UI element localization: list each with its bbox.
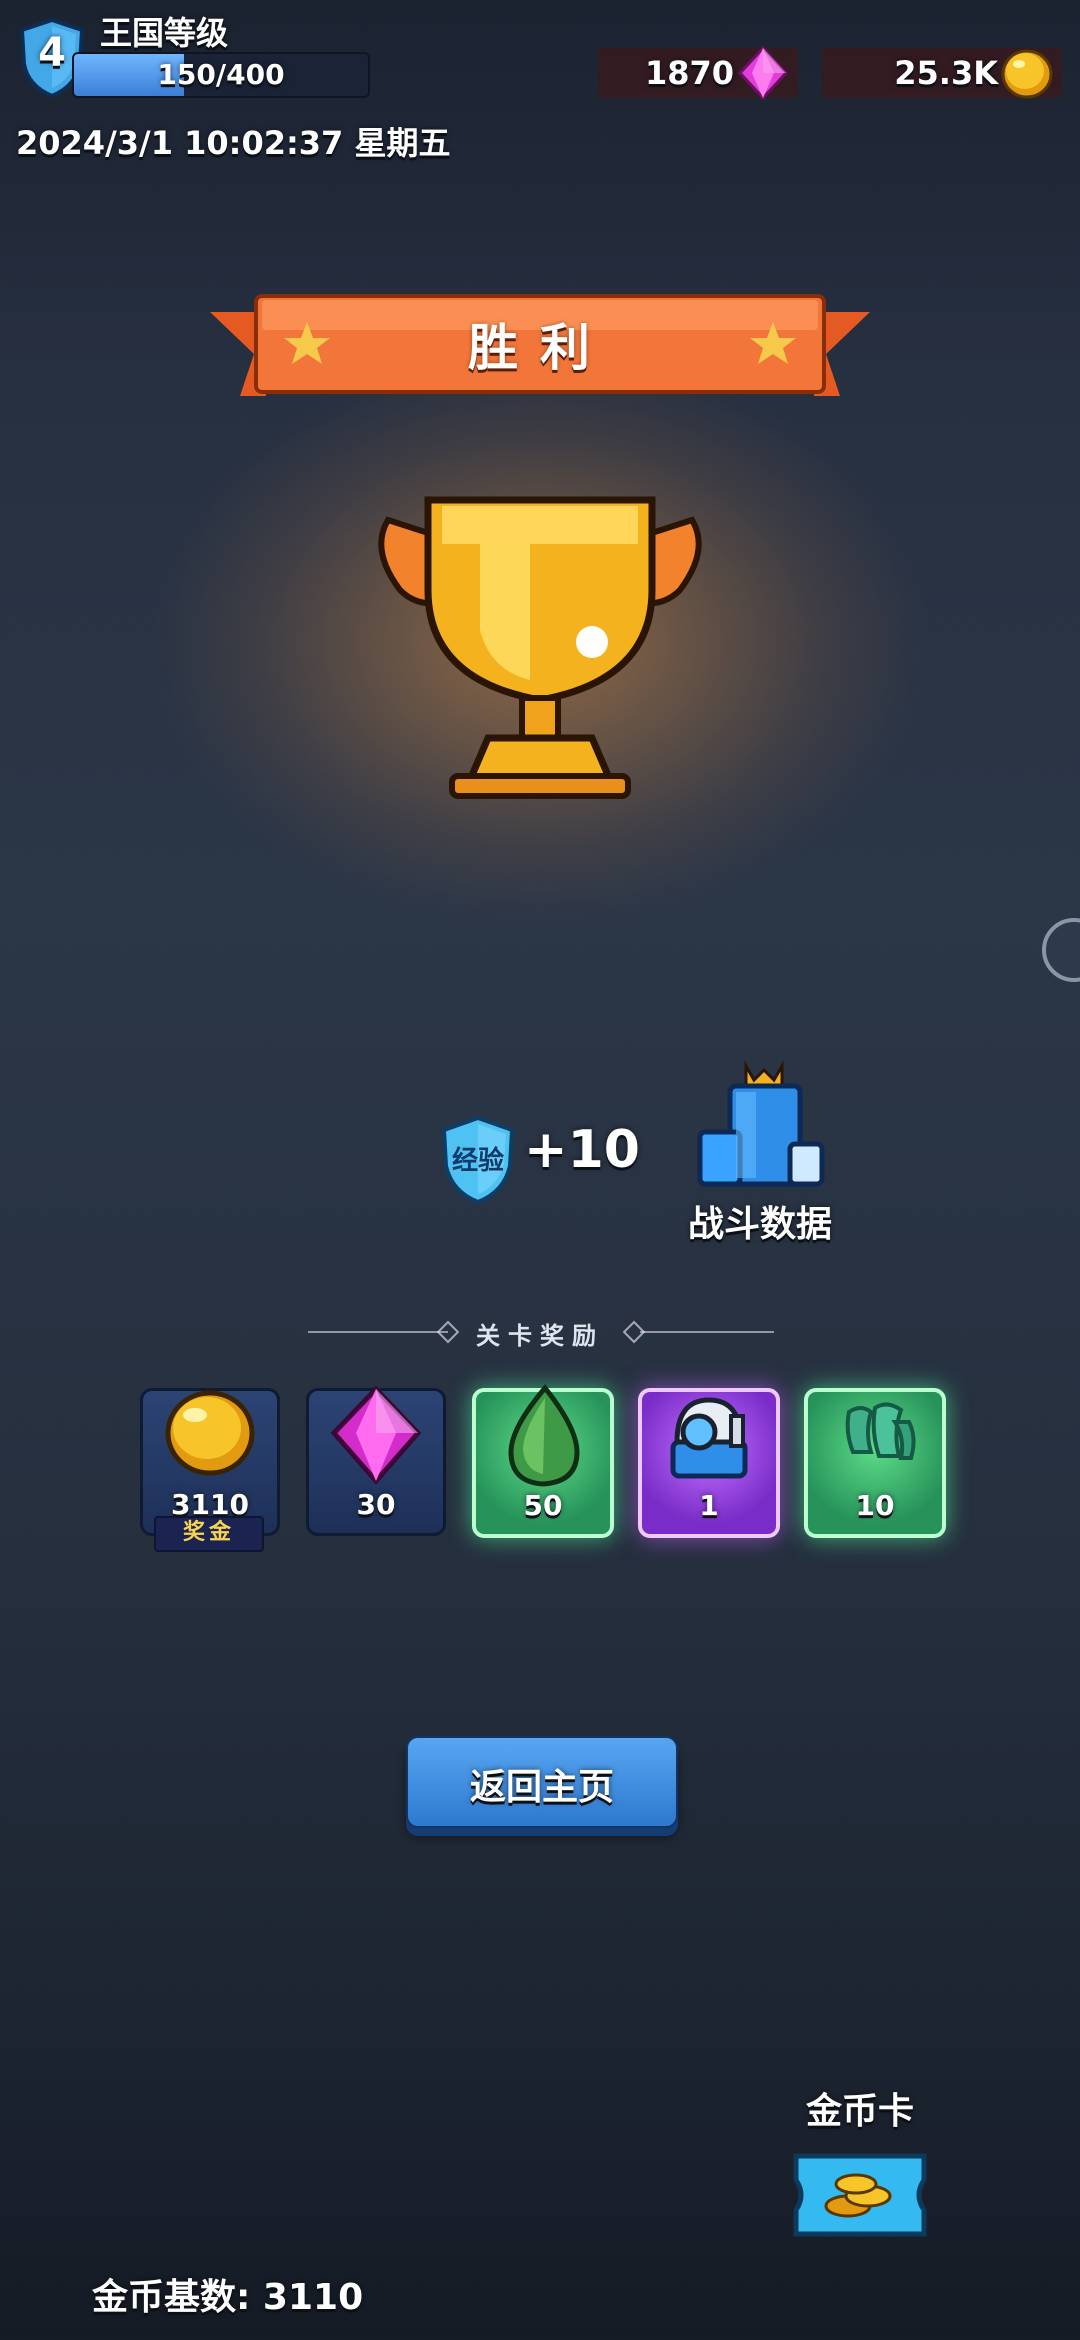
trophy-icon — [378, 496, 702, 799]
divider-line — [640, 1331, 774, 1333]
diamond-ornament-icon — [436, 1320, 460, 1344]
reward-qty: 50 — [523, 1489, 563, 1522]
reward-qty: 30 — [356, 1488, 396, 1521]
gem-counter[interactable]: 1870 — [598, 45, 798, 101]
kingdom-exp-text: 150/400 — [157, 58, 285, 91]
kingdom-level-label: 王国等级 — [100, 14, 229, 52]
reward-qty: 10 — [855, 1489, 895, 1522]
divider-line — [308, 1331, 448, 1333]
return-home-button[interactable]: 返回主页 — [406, 1736, 678, 1828]
victory-title: 胜利 — [468, 319, 612, 377]
battle-stats-icon[interactable] — [690, 1060, 830, 1200]
kingdom-exp-bar: 150/400 — [72, 52, 370, 98]
exp-badge-label: 经验 — [451, 1146, 504, 1176]
datetime-display: 2024/3/1 10:02:37 星期五 — [16, 124, 451, 162]
battle-stats-label[interactable]: 战斗数据 — [680, 1195, 840, 1247]
gold-counter[interactable]: 25.3K — [822, 48, 1062, 99]
gold-card-button[interactable] — [788, 2150, 932, 2240]
gem-count: 1870 — [644, 54, 734, 92]
return-home-label: 返回主页 — [469, 1767, 614, 1808]
green-shards-icon — [845, 1402, 916, 1460]
reward-qty: 1 — [699, 1489, 719, 1522]
reward-card-essence[interactable]: 50 — [472, 1384, 614, 1538]
pink-gem-icon — [737, 45, 789, 101]
bonus-tag: 奖金 — [154, 1516, 264, 1552]
reward-card-gem[interactable]: 30 — [306, 1385, 446, 1536]
exp-gain-amount: +10 — [524, 1120, 640, 1180]
gold-base-text: 金币基数: 3110 — [92, 2277, 364, 2318]
turret-icon — [670, 1397, 748, 1479]
side-timer-button[interactable] — [1042, 918, 1080, 982]
reward-card-turret[interactable]: 1 — [638, 1388, 780, 1538]
gold-count: 25.3K — [894, 54, 998, 92]
reward-card-gold[interactable]: 3110 — [140, 1388, 280, 1536]
stage-rewards-title: 关卡奖励 — [476, 1322, 604, 1350]
reward-card-shards[interactable]: 10 — [804, 1388, 946, 1538]
green-drop-icon — [508, 1384, 580, 1487]
gold-coin-icon — [1001, 49, 1053, 99]
gold-card-label: 金币卡 — [805, 2091, 914, 2132]
gold-coin-icon — [165, 1390, 255, 1476]
pink-gem-icon — [330, 1385, 422, 1485]
